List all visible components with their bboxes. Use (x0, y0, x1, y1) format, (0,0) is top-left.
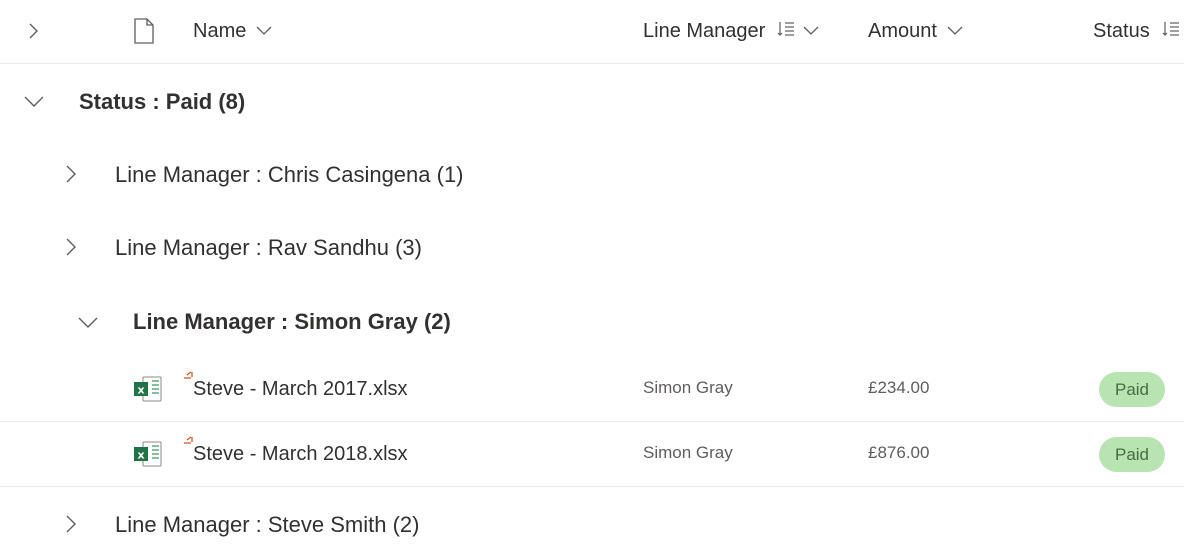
list-header: Name Line Manager Amount Status (0, 0, 1184, 64)
chevron-right-icon[interactable] (64, 237, 78, 262)
line-manager-cell: Simon Gray (643, 443, 733, 462)
svg-text:x: x (137, 384, 144, 397)
chevron-right-icon[interactable] (64, 514, 78, 539)
group-header-status-paid[interactable]: Status : Paid (8) (0, 72, 1184, 132)
group-header-label: Line Manager : Rav Sandhu (3) (115, 235, 422, 260)
amount-cell: £876.00 (868, 443, 930, 462)
file-name-link[interactable]: Steve - March 2018.xlsx (193, 443, 408, 466)
line-manager-cell: Simon Gray (643, 378, 733, 397)
group-header-label: Line Manager : Chris Casingena (1) (115, 162, 464, 187)
group-header-line-manager-rav[interactable]: Line Manager : Rav Sandhu (3) (0, 219, 1184, 279)
excel-file-icon: x (134, 376, 162, 407)
column-header-line-manager[interactable]: Line Manager (643, 20, 819, 43)
chevron-right-icon[interactable] (64, 164, 78, 189)
document-icon (133, 18, 155, 49)
status-badge: Paid (1099, 372, 1165, 407)
chevron-down-icon[interactable] (24, 94, 44, 113)
table-row[interactable]: x Steve - March 2018.xlsx Simon Gray £87… (0, 422, 1184, 487)
column-header-amount-label: Amount (868, 20, 937, 42)
group-header-label: Line Manager : Simon Gray (2) (133, 309, 451, 334)
column-header-status-label: Status (1093, 20, 1150, 42)
amount-cell: £234.00 (868, 378, 930, 397)
group-header-label: Line Manager : Steve Smith (2) (115, 512, 420, 537)
group-header-label: Status : Paid (8) (79, 89, 246, 114)
group-by-icon (777, 21, 795, 42)
column-header-name-label: Name (193, 20, 247, 42)
expand-all-chevron-icon[interactable] (27, 22, 41, 40)
group-header-line-manager-steve[interactable]: Line Manager : Steve Smith (2) (0, 497, 1184, 555)
column-header-amount[interactable]: Amount (868, 20, 963, 43)
excel-file-icon: x (134, 441, 162, 472)
group-header-line-manager-chris[interactable]: Line Manager : Chris Casingena (1) (0, 146, 1184, 206)
file-name-link[interactable]: Steve - March 2017.xlsx (193, 378, 408, 401)
column-header-status[interactable]: Status (1093, 20, 1180, 43)
group-by-icon (1162, 21, 1180, 42)
column-header-line-manager-label: Line Manager (643, 20, 766, 42)
chevron-down-icon (803, 23, 819, 41)
column-header-name[interactable]: Name (193, 20, 272, 43)
group-header-line-manager-simon[interactable]: Line Manager : Simon Gray (2) (0, 292, 1184, 352)
status-badge: Paid (1099, 437, 1165, 472)
chevron-down-icon (947, 23, 963, 41)
svg-text:x: x (137, 449, 144, 462)
chevron-down-icon (256, 23, 272, 41)
chevron-down-icon[interactable] (78, 315, 98, 334)
table-row[interactable]: x Steve - March 2017.xlsx Simon Gray £23… (0, 357, 1184, 422)
